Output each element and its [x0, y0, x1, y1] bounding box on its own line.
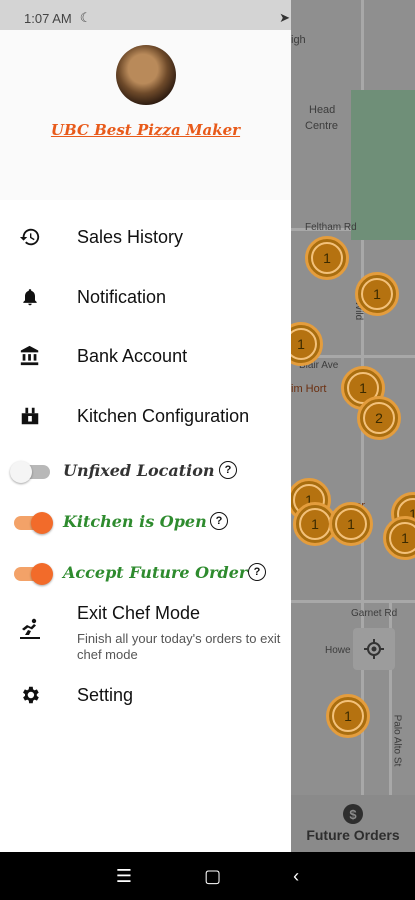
menu-item-sales-history[interactable]: Sales History [0, 225, 291, 249]
cluster-count: 1 [361, 278, 393, 310]
bell-icon [18, 285, 42, 309]
toggle-label: Unfixed Location [63, 461, 215, 480]
dollar-icon: $ [343, 804, 363, 824]
map-cluster[interactable]: 1 [305, 236, 349, 280]
menu-item-exit-chef-mode[interactable]: Exit Chef Mode Finish all your today's o… [0, 603, 291, 663]
menu-item-label: Bank Account [77, 345, 188, 366]
exit-chef-mode-subtitle: Finish all your today's orders to exit c… [77, 631, 281, 662]
toggle-accept-future-order[interactable]: Accept Future Order ? [0, 563, 291, 593]
help-icon[interactable]: ? [210, 512, 228, 530]
system-nav-bar: ☰ ▢ ‹ [0, 852, 415, 900]
cluster-count: 2 [363, 402, 395, 434]
avatar[interactable] [115, 45, 176, 105]
map-cluster[interactable]: 1 [355, 272, 399, 316]
my-location-button[interactable] [353, 628, 395, 670]
cluster-count: 1 [389, 522, 415, 554]
map-view[interactable]: igh Head Centre Feltham Rd Wild Blair Av… [291, 0, 415, 852]
toggle-kitchen-open[interactable]: Kitchen is Open ? [0, 512, 291, 542]
map-road [291, 600, 415, 603]
menu-item-notification[interactable]: Notification [0, 285, 291, 309]
chef-name[interactable]: UBC Best Pizza Maker [51, 121, 240, 139]
menu-icon[interactable]: ☰ [116, 866, 132, 887]
switch-knob [31, 512, 53, 534]
history-icon [18, 225, 42, 249]
exit-chef-icon [18, 617, 42, 641]
location-arrow-icon: ➤ [279, 10, 290, 25]
cluster-count: 1 [291, 328, 317, 360]
kitchen-open-switch[interactable] [14, 512, 53, 534]
kitchen-config-icon [18, 404, 42, 428]
cluster-count: 1 [335, 508, 367, 540]
help-icon[interactable]: ? [248, 563, 266, 581]
map-cluster[interactable]: 1 [326, 694, 370, 738]
map-cluster[interactable]: 1 [383, 516, 415, 560]
back-icon[interactable]: ‹ [293, 866, 299, 887]
navigation-drawer: UBC Best Pizza Maker Sales History Notif… [0, 30, 291, 852]
home-icon[interactable]: ▢ [204, 866, 221, 887]
toggle-label: Accept Future Order [63, 563, 248, 582]
map-park [351, 90, 415, 240]
future-orders-tab[interactable]: $ Future Orders [291, 795, 415, 852]
map-cluster[interactable]: 1 [329, 502, 373, 546]
cluster-count: 1 [332, 700, 364, 732]
cluster-count: 1 [311, 242, 343, 274]
map-label: Palo Alto St [391, 714, 403, 767]
cluster-count: 1 [299, 508, 331, 540]
moon-icon: ☾ [79, 10, 92, 25]
map-label: igh [291, 34, 306, 46]
map-cluster[interactable]: 2 [357, 396, 401, 440]
unfixed-location-switch[interactable] [10, 461, 50, 483]
menu-item-bank-account[interactable]: Bank Account [0, 344, 291, 368]
future-orders-label: Future Orders [306, 827, 400, 843]
map-label: im Hort [291, 383, 327, 395]
status-time: 1:07 AM [24, 10, 72, 26]
help-icon[interactable]: ? [219, 461, 237, 479]
menu-item-kitchen-configuration[interactable]: Kitchen Configuration [0, 404, 291, 428]
menu-item-label: Setting [77, 684, 134, 705]
map-label: Feltham Rd [305, 222, 357, 233]
bank-icon [18, 344, 42, 368]
toggle-unfixed-location[interactable]: Unfixed Location ? [0, 461, 291, 491]
menu-item-setting[interactable]: Setting [0, 683, 291, 707]
accept-future-order-switch[interactable] [14, 563, 53, 585]
switch-knob [10, 461, 32, 483]
map-label: Centre [305, 120, 339, 132]
crosshair-icon [364, 639, 384, 659]
exit-chef-mode-title: Exit Chef Mode [77, 603, 201, 623]
drawer-header: UBC Best Pizza Maker [0, 30, 291, 200]
map-label: Howe [325, 645, 351, 656]
toggle-label: Kitchen is Open [63, 512, 207, 531]
switch-knob [31, 563, 53, 585]
map-label: Garnet Rd [351, 608, 398, 619]
menu-item-label: Sales History [77, 226, 184, 247]
menu-item-label: Kitchen Configuration [77, 405, 250, 426]
gear-icon [18, 683, 42, 707]
map-label: Head [309, 104, 336, 116]
menu-item-label: Notification [77, 286, 167, 307]
